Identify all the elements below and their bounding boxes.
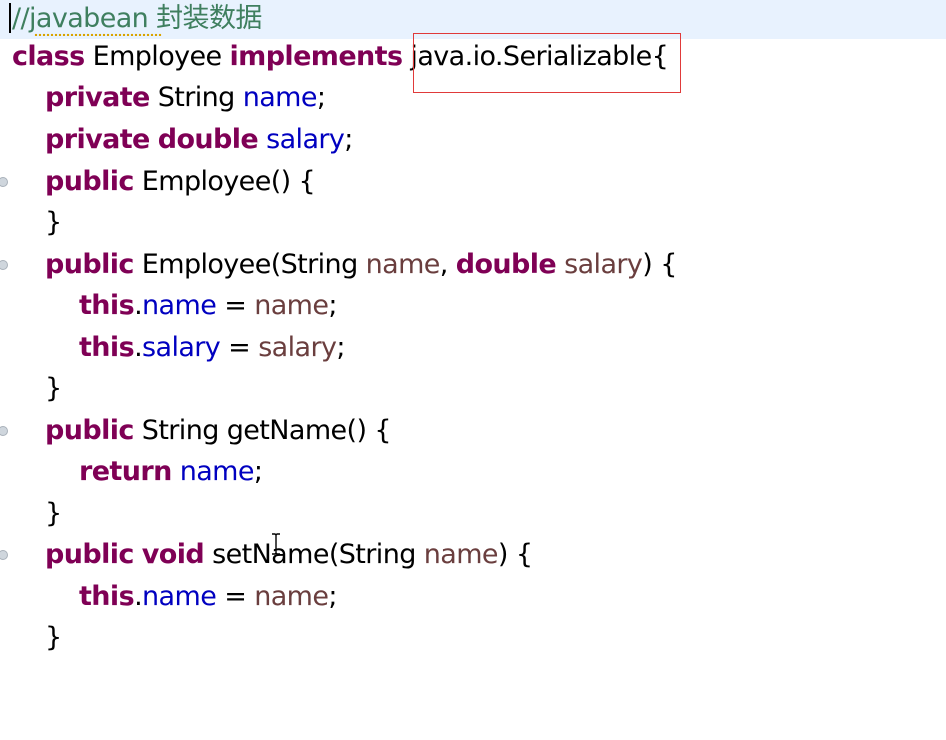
fold-toggle-icon[interactable]	[0, 550, 8, 560]
code-token: name	[142, 581, 217, 612]
code-token: private	[45, 124, 150, 155]
code-token: .	[134, 332, 143, 363]
code-line[interactable]: class Employee implements java.io.Serial…	[0, 36, 946, 77]
text-caret	[9, 3, 11, 33]
code-token: name	[254, 581, 329, 612]
code-line[interactable]: private String name;	[0, 77, 946, 118]
code-text: }	[45, 617, 62, 658]
code-text: return name;	[79, 451, 263, 492]
code-token: public	[45, 249, 134, 280]
code-editor[interactable]: //javabean 封装数据 class Employee implement…	[0, 0, 946, 662]
code-token: ,	[439, 249, 456, 280]
code-token: public	[45, 166, 134, 197]
code-token: }	[45, 622, 62, 653]
code-token: double	[157, 124, 259, 155]
code-token: salary	[258, 332, 337, 363]
code-token: }	[45, 373, 62, 404]
code-token: salary	[266, 124, 345, 155]
code-text: }	[45, 493, 62, 534]
code-token: this	[79, 581, 135, 612]
code-text: private double salary;	[45, 119, 353, 160]
code-token: ;	[344, 124, 353, 155]
code-token: this	[79, 290, 135, 321]
code-text: private String name;	[45, 77, 326, 118]
code-token: Employee	[84, 41, 230, 72]
code-line[interactable]: }	[0, 368, 946, 409]
code-text: }	[45, 368, 62, 409]
code-line[interactable]: }	[0, 493, 946, 534]
code-token: }	[45, 207, 62, 238]
code-token: ;	[253, 456, 263, 487]
code-token: Employee() {	[133, 166, 316, 197]
code-token: implements	[229, 41, 404, 72]
code-text: this.name = name;	[79, 576, 337, 617]
code-token: name	[142, 290, 217, 321]
code-line[interactable]: //javabean 封装数据	[0, 0, 946, 39]
code-token: =	[216, 290, 255, 321]
code-token: name	[365, 249, 441, 280]
code-token: double	[455, 249, 557, 280]
code-token: }	[45, 498, 62, 529]
code-token: salary	[564, 249, 643, 280]
code-token: ;	[316, 82, 326, 113]
code-token: java.io.Serializable	[402, 41, 652, 72]
code-token: String	[149, 82, 243, 113]
code-token: ) {	[642, 249, 677, 280]
code-token: .	[134, 581, 143, 612]
code-line[interactable]: this.name = name;	[0, 285, 946, 326]
code-token: ;	[336, 332, 345, 363]
code-text: public Employee() {	[45, 161, 316, 202]
code-text: public void setName(String name) {	[45, 534, 533, 575]
fold-toggle-icon[interactable]	[0, 260, 8, 270]
code-text: public Employee(String name, double sala…	[45, 244, 677, 285]
code-token: =	[220, 332, 259, 363]
fold-toggle-icon[interactable]	[0, 426, 8, 436]
code-token: name	[242, 82, 318, 113]
code-token: salary	[142, 332, 221, 363]
code-line[interactable]: }	[0, 202, 946, 243]
code-line[interactable]: public Employee(String name, double sala…	[0, 244, 946, 285]
code-token: ) {	[497, 539, 533, 570]
code-line[interactable]: public Employee() {	[0, 161, 946, 202]
code-text: this.salary = salary;	[79, 327, 345, 368]
code-text: public String getName() {	[45, 410, 392, 451]
code-line[interactable]: public String getName() {	[0, 410, 946, 451]
code-line[interactable]: return name;	[0, 451, 946, 492]
code-token: this	[79, 332, 135, 363]
code-token: public	[45, 539, 134, 570]
code-token: Employee(String	[133, 249, 366, 280]
code-token: private	[45, 82, 150, 113]
code-token: return	[79, 456, 172, 487]
code-text: }	[45, 202, 62, 243]
code-token: .	[134, 290, 143, 321]
code-token: setName(String	[204, 539, 424, 570]
code-token: class	[12, 41, 85, 72]
ibeam-cursor-icon	[272, 533, 280, 555]
code-text: this.name = name;	[79, 285, 337, 326]
fold-toggle-icon[interactable]	[0, 177, 8, 187]
code-line[interactable]: public void setName(String name) {	[0, 534, 946, 575]
code-line[interactable]: this.salary = salary;	[0, 327, 946, 368]
code-token: name	[179, 456, 255, 487]
code-line[interactable]: this.name = name;	[0, 576, 946, 617]
code-token: name	[254, 290, 329, 321]
code-line[interactable]: private double salary;	[0, 119, 946, 160]
code-token: =	[216, 581, 255, 612]
code-token: name	[423, 539, 499, 570]
code-line[interactable]: }	[0, 617, 946, 658]
code-token: public	[45, 415, 134, 446]
code-token: ;	[328, 581, 337, 612]
code-token: {	[651, 41, 669, 72]
code-token: void	[141, 539, 205, 570]
code-text: class Employee implements java.io.Serial…	[12, 36, 669, 77]
code-token: ;	[328, 290, 337, 321]
code-token: String getName() {	[133, 415, 392, 446]
code-token: //javabean 封装数据	[12, 3, 262, 34]
